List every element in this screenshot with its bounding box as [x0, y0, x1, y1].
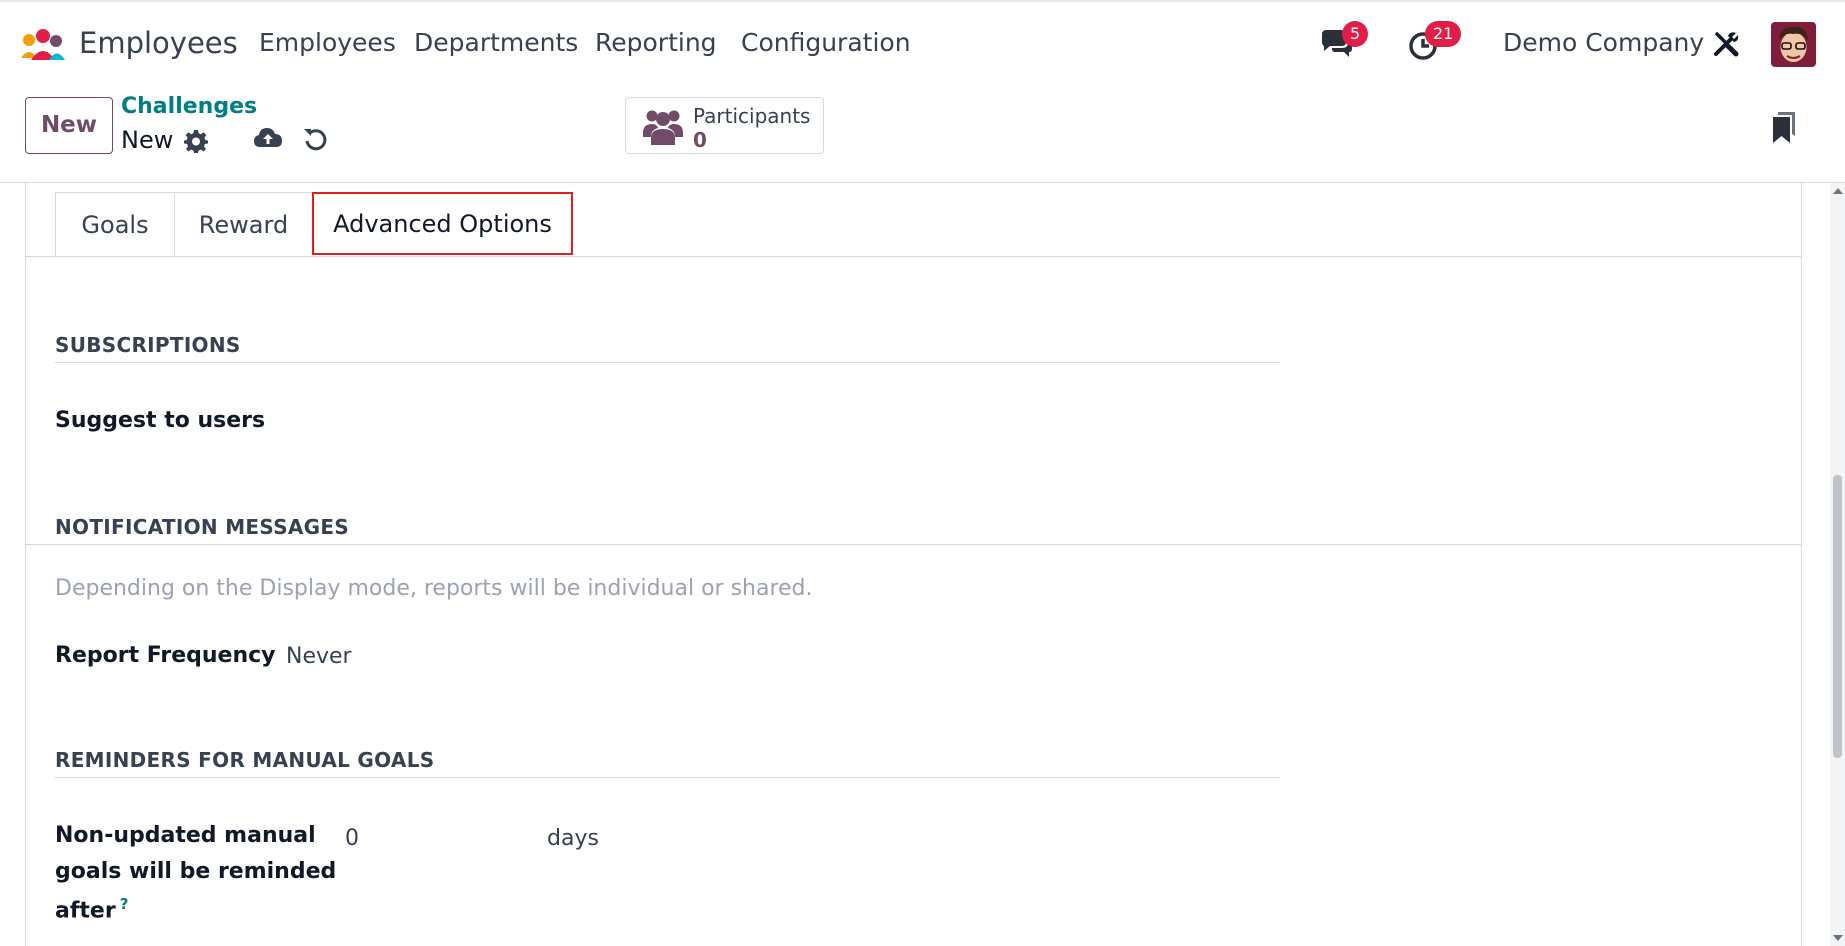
menu-employees[interactable]: Employees — [259, 28, 396, 57]
activities-count-badge: 21 — [1425, 21, 1462, 47]
messages-count-badge: 5 — [1342, 21, 1369, 47]
menu-departments[interactable]: Departments — [414, 28, 578, 57]
cloud-upload-icon — [254, 128, 282, 147]
menu-configuration[interactable]: Configuration — [741, 28, 911, 57]
breadcrumb-challenges[interactable]: Challenges — [121, 94, 257, 119]
menu-reporting[interactable]: Reporting — [595, 28, 717, 57]
scroll-down-arrow[interactable] — [1833, 935, 1843, 941]
user-avatar[interactable] — [1771, 22, 1816, 67]
reminder-label-after: after — [55, 898, 116, 924]
save-button[interactable] — [253, 126, 283, 154]
report-frequency-select[interactable]: Never — [286, 644, 352, 669]
users-icon — [643, 110, 683, 145]
section-notifications-title: NOTIFICATION MESSAGES — [55, 515, 350, 539]
reminder-days-input[interactable]: 0 — [345, 826, 530, 851]
reminder-label-line3: after? — [55, 895, 128, 923]
top-navbar: Employees Employees Departments Reportin… — [0, 0, 1845, 84]
company-switcher[interactable]: Demo Company — [1503, 28, 1704, 57]
breadcrumb-current: New — [121, 126, 174, 154]
participants-label: Participants — [693, 104, 811, 128]
debug-tools-button[interactable] — [1712, 30, 1740, 62]
bookmark-icon — [1773, 112, 1795, 143]
discard-button[interactable] — [303, 126, 329, 156]
page-scrollbar[interactable] — [1830, 183, 1845, 946]
scroll-thumb[interactable] — [1833, 475, 1842, 758]
employees-app-icon[interactable] — [19, 28, 67, 62]
section-subscriptions-title: SUBSCRIPTIONS — [55, 333, 241, 357]
reminder-help-tooltip[interactable]: ? — [120, 895, 129, 913]
form-sheet: Goals Reward Advanced Options SUBSCRIPTI… — [25, 183, 1802, 946]
section-notifications-rule — [26, 544, 1801, 545]
report-frequency-label: Report Frequency — [55, 643, 276, 668]
scroll-up-arrow[interactable] — [1833, 188, 1843, 194]
suggest-to-users-label: Suggest to users — [55, 408, 266, 433]
control-panel: New Challenges New Participants 0 — [0, 84, 1845, 183]
app-title[interactable]: Employees — [79, 26, 238, 60]
reminder-days-unit: days — [547, 826, 599, 851]
tabs-divider — [26, 256, 1801, 257]
suggest-to-users-field[interactable] — [296, 405, 996, 437]
reminder-label-line1: Non-updated manual — [55, 823, 316, 848]
tab-goals[interactable]: Goals — [55, 192, 174, 256]
participants-stat-button[interactable]: Participants 0 — [625, 97, 824, 154]
section-reminders-title: REMINDERS FOR MANUAL GOALS — [55, 748, 435, 772]
tab-advanced-options[interactable]: Advanced Options — [312, 192, 573, 255]
undo-icon — [304, 129, 327, 151]
tab-reward[interactable]: Reward — [174, 192, 312, 256]
user-avatar-icon — [1771, 22, 1816, 67]
section-reminders-rule — [55, 777, 1280, 778]
reminder-label-line2: goals will be reminded — [55, 859, 337, 884]
section-subscriptions-rule — [55, 362, 1280, 363]
bookmarks-button[interactable] — [1771, 112, 1797, 148]
participants-count: 0 — [693, 128, 707, 152]
tools-icon — [1714, 32, 1739, 57]
new-record-button[interactable]: New — [25, 97, 113, 154]
record-actions-button[interactable] — [184, 129, 208, 157]
gear-icon — [184, 130, 208, 153]
notifications-help-text: Depending on the Display mode, reports w… — [55, 576, 813, 601]
